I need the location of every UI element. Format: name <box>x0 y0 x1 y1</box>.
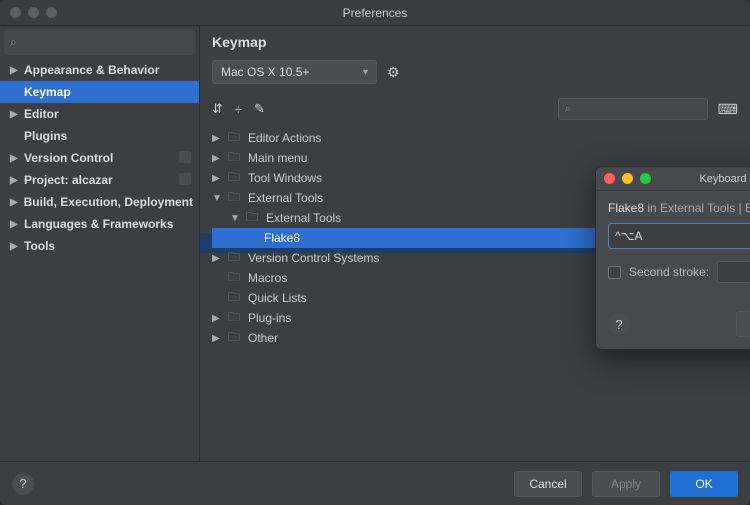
sidebar-item-build[interactable]: ▶Build, Execution, Deployment <box>0 191 199 213</box>
sidebar-item-label: Project: alcazar <box>24 173 113 187</box>
tree-item-editor-actions[interactable]: ▶🗀Editor Actions <box>212 128 750 148</box>
search-icon: ⌕ <box>565 103 571 116</box>
sidebar-item-project[interactable]: ▶Project: alcazar <box>0 169 199 191</box>
ok-button[interactable]: OK <box>670 471 738 497</box>
dialog-footer: ? Cancel OK <box>608 311 750 337</box>
window-body: ⌕ ▶Appearance & Behavior ▶Keymap ▶Editor… <box>0 26 750 461</box>
second-stroke-row: Second stroke: + <box>608 261 750 283</box>
cancel-button[interactable]: Cancel <box>514 471 582 497</box>
chevron-down-icon: ▾ <box>363 67 368 78</box>
sidebar-item-label: Languages & Frameworks <box>24 217 173 231</box>
folder-icon: 🗀 <box>228 288 242 309</box>
folder-icon: 🗀 <box>228 128 242 149</box>
tree-label: Main menu <box>248 151 307 165</box>
tree-label: Version Control Systems <box>248 251 379 265</box>
collapse-all-icon[interactable]: ÷ <box>235 102 242 117</box>
help-button[interactable]: ? <box>608 313 630 335</box>
dialog-action-path: Flake8 in External Tools | External Tool… <box>608 201 750 215</box>
gear-icon[interactable]: ⚙ <box>387 64 400 81</box>
tree-toolbar-icons: ⇵ ÷ ✎ <box>212 101 265 117</box>
keymap-scheme-row: Mac OS X 10.5+ ▾ ⚙ <box>200 56 750 94</box>
dialog-body: Flake8 in External Tools | External Tool… <box>596 191 750 349</box>
find-by-shortcut-icon[interactable]: ⌨ <box>718 101 738 118</box>
second-stroke-input[interactable]: + <box>717 261 750 283</box>
tree-search-input[interactable]: ⌕ <box>558 98 708 120</box>
window-title: Preferences <box>0 6 750 20</box>
project-badge-icon <box>179 173 191 185</box>
tree-item-main-menu[interactable]: ▶🗀Main menu <box>212 148 750 168</box>
sidebar-item-label: Editor <box>24 107 59 121</box>
dialog-cancel-button[interactable]: Cancel <box>736 311 750 337</box>
folder-icon: 🗀 <box>228 308 242 329</box>
second-stroke-checkbox[interactable] <box>608 266 621 279</box>
preferences-window: Preferences ⌕ ▶Appearance & Behavior ▶Ke… <box>0 0 750 505</box>
edit-icon[interactable]: ✎ <box>254 101 265 117</box>
select-value: Mac OS X 10.5+ <box>221 65 309 79</box>
titlebar: Preferences <box>0 0 750 26</box>
sidebar-list: ▶Appearance & Behavior ▶Keymap ▶Editor ▶… <box>0 59 199 461</box>
folder-icon: 🗀 <box>228 248 242 269</box>
sidebar-item-label: Keymap <box>24 85 71 99</box>
sidebar-item-languages[interactable]: ▶Languages & Frameworks <box>0 213 199 235</box>
dialog-titlebar: Keyboard Shortcut <box>596 167 750 191</box>
sidebar-item-plugins[interactable]: ▶Plugins <box>0 125 199 147</box>
main-panel: Keymap Mac OS X 10.5+ ▾ ⚙ ⇵ ÷ ✎ ⌕ <box>200 26 750 461</box>
sidebar-item-label: Version Control <box>24 151 113 165</box>
folder-icon: 🗀 <box>228 328 242 349</box>
sidebar-item-label: Build, Execution, Deployment <box>24 195 193 209</box>
keymap-scheme-select[interactable]: Mac OS X 10.5+ ▾ <box>212 60 377 84</box>
tree-label: Tool Windows <box>248 171 322 185</box>
sidebar-item-version-control[interactable]: ▶Version Control <box>0 147 199 169</box>
sidebar-item-label: Tools <box>24 239 55 253</box>
action-path: in External Tools | External Tools <box>644 201 750 215</box>
sidebar: ⌕ ▶Appearance & Behavior ▶Keymap ▶Editor… <box>0 26 200 461</box>
expand-all-icon[interactable]: ⇵ <box>212 101 223 117</box>
search-icon: ⌕ <box>10 35 17 50</box>
folder-icon: 🗀 <box>228 268 242 289</box>
sidebar-item-editor[interactable]: ▶Editor <box>0 103 199 125</box>
sidebar-item-label: Appearance & Behavior <box>24 63 159 77</box>
folder-icon: 🗀 <box>228 148 242 169</box>
tree-label: Macros <box>248 271 287 285</box>
sidebar-search[interactable]: ⌕ <box>4 29 195 55</box>
sidebar-item-keymap[interactable]: ▶Keymap <box>0 81 199 103</box>
action-name: Flake8 <box>608 201 644 215</box>
folder-icon: 🗀 <box>246 208 260 229</box>
folder-icon: 🗀 <box>228 188 242 209</box>
keyboard-shortcut-dialog: Keyboard Shortcut Flake8 in External Too… <box>595 166 750 350</box>
tree-label: External Tools <box>248 191 323 205</box>
sidebar-item-appearance[interactable]: ▶Appearance & Behavior <box>0 59 199 81</box>
first-stroke-input[interactable]: ^⌥A + <box>608 223 750 249</box>
second-stroke-label: Second stroke: <box>629 265 709 279</box>
first-stroke-value: ^⌥A <box>615 229 642 243</box>
apply-button[interactable]: Apply <box>592 471 660 497</box>
help-button[interactable]: ? <box>12 473 34 495</box>
tree-label: External Tools <box>266 211 341 225</box>
sidebar-item-tools[interactable]: ▶Tools <box>0 235 199 257</box>
folder-icon: 🗀 <box>228 168 242 189</box>
tree-label: Flake8 <box>264 231 300 245</box>
project-badge-icon <box>179 151 191 163</box>
tree-search-group: ⌕ ⌨ <box>558 98 738 120</box>
sidebar-item-label: Plugins <box>24 129 67 143</box>
tree-label: Other <box>248 331 278 345</box>
page-title: Keymap <box>200 26 750 56</box>
tree-toolbar: ⇵ ÷ ✎ ⌕ ⌨ <box>200 94 750 126</box>
tree-label: Plug-ins <box>248 311 291 325</box>
tree-label: Quick Lists <box>248 291 307 305</box>
tree-label: Editor Actions <box>248 131 321 145</box>
window-footer: ? Cancel Apply OK <box>0 461 750 505</box>
dialog-title: Keyboard Shortcut <box>596 173 750 185</box>
